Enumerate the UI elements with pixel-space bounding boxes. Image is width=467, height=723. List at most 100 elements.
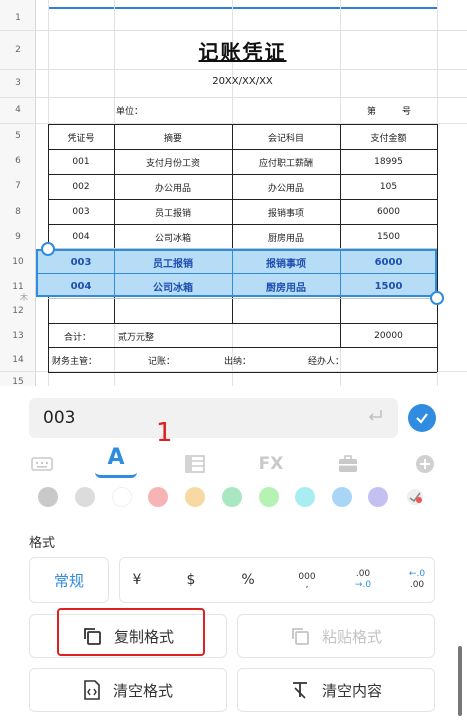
color-swatch[interactable] xyxy=(259,487,279,507)
color-swatch[interactable] xyxy=(295,487,315,507)
table-style-icon[interactable] xyxy=(183,452,207,476)
grid-line xyxy=(0,30,467,31)
clear-format-button[interactable]: 清空格式 xyxy=(29,668,227,712)
total-words[interactable]: 贰万元整 xyxy=(114,327,154,345)
selected-cell[interactable]: 厨房用品 xyxy=(232,275,340,297)
row-header-column xyxy=(0,0,36,386)
column-header[interactable]: 支付金额 xyxy=(340,125,437,149)
selected-cell[interactable]: 6000 xyxy=(340,251,437,273)
font-style-tab[interactable]: A xyxy=(95,440,137,478)
column-header[interactable]: 凭证号 xyxy=(48,125,114,149)
table-cell[interactable]: 004 xyxy=(48,225,114,249)
table-cell[interactable]: 18995 xyxy=(340,150,437,174)
column-header[interactable]: 会记科目 xyxy=(232,125,340,149)
row-number[interactable]: 2 xyxy=(0,45,36,55)
clear-content-button[interactable]: 清空内容 xyxy=(237,668,435,712)
color-swatch[interactable] xyxy=(112,487,132,507)
table-cell[interactable]: 办公用品 xyxy=(114,175,232,199)
voucher-title: 记账凭证 xyxy=(198,40,287,64)
row-number[interactable]: 10 xyxy=(0,257,36,267)
enter-icon[interactable] xyxy=(366,407,384,425)
yen-format-button[interactable]: ¥ xyxy=(126,557,148,603)
highlight-box xyxy=(57,608,205,656)
table-cell[interactable]: 105 xyxy=(340,175,437,199)
table-cell[interactable]: 6000 xyxy=(340,200,437,224)
format-section-label: 格式 xyxy=(29,536,56,551)
total-value[interactable]: 20000 xyxy=(340,327,437,345)
table-cell[interactable]: 厨房用品 xyxy=(232,225,340,249)
column-header[interactable]: 摘要 xyxy=(114,125,232,149)
cell-input-bar[interactable]: 003 xyxy=(29,398,398,438)
clear-text-icon xyxy=(292,682,307,699)
panel-scrollbar[interactable] xyxy=(458,646,462,716)
increase-decimal-button[interactable]: .00 →.0 xyxy=(350,557,376,603)
row-number[interactable]: 1 xyxy=(0,13,36,23)
paste-format-button[interactable]: 粘贴格式 xyxy=(237,614,435,658)
toolbox-icon[interactable] xyxy=(336,452,360,476)
selection-end-handle[interactable] xyxy=(430,291,444,305)
increase-decimal-top: .00 xyxy=(355,569,371,579)
confirm-button[interactable] xyxy=(408,404,436,432)
selected-cell[interactable]: 1500 xyxy=(340,275,437,297)
paste-icon xyxy=(292,628,309,645)
dollar-format-button[interactable]: $ xyxy=(180,557,202,603)
color-swatch[interactable] xyxy=(222,487,242,507)
table-cell[interactable]: 报销事项 xyxy=(232,200,340,224)
selected-cell[interactable]: 公司冰箱 xyxy=(114,275,232,297)
footer-finance-manager: 财务主管： xyxy=(52,356,98,367)
table-cell[interactable]: 办公用品 xyxy=(232,175,340,199)
table-border xyxy=(48,372,437,373)
footer-bookkeeper: 记账： xyxy=(148,356,176,367)
selected-cell[interactable]: 员工报销 xyxy=(114,251,232,273)
row-number[interactable]: 14 xyxy=(0,355,36,365)
row-number[interactable]: 7 xyxy=(0,181,36,191)
row-number[interactable]: 3 xyxy=(0,78,36,88)
spreadsheet-grid[interactable]: 1 2 3 4 5 6 7 8 9 10 11 12 13 14 15 记账凭证… xyxy=(0,0,467,386)
table-cell[interactable]: 员工报销 xyxy=(114,200,232,224)
row-number[interactable]: 8 xyxy=(0,207,36,217)
row-number[interactable]: 6 xyxy=(0,156,36,166)
color-swatch[interactable] xyxy=(75,487,95,507)
color-swatch[interactable] xyxy=(148,487,168,507)
comma-mark: , xyxy=(305,580,309,590)
table-cell[interactable]: 应付职工薪酬 xyxy=(232,150,340,174)
number-label-prefix: 第 xyxy=(367,106,377,117)
table-cell[interactable]: 003 xyxy=(48,200,114,224)
selection-start-handle[interactable] xyxy=(41,242,55,256)
general-format-button[interactable]: 常规 xyxy=(29,557,109,603)
annotation-step-1: 1 xyxy=(156,418,173,448)
thousands-format-button[interactable]: 000 , xyxy=(294,557,320,603)
grid-line xyxy=(0,69,467,70)
percent-format-button[interactable]: % xyxy=(236,557,260,603)
add-icon[interactable] xyxy=(413,452,437,476)
color-swatch[interactable] xyxy=(185,487,205,507)
clear-format-label: 清空格式 xyxy=(112,681,173,700)
table-cell[interactable]: 002 xyxy=(48,175,114,199)
table-cell[interactable]: 001 xyxy=(48,150,114,174)
selected-cell[interactable]: 报销事项 xyxy=(232,251,340,273)
row-number[interactable]: 5 xyxy=(0,131,36,141)
side-tag: 木 xyxy=(20,293,28,302)
color-swatch[interactable] xyxy=(368,487,388,507)
row-number[interactable]: 11 xyxy=(0,282,36,292)
custom-color-icon[interactable] xyxy=(405,487,425,507)
table-cell[interactable]: 1500 xyxy=(340,225,437,249)
selected-cell[interactable]: 004 xyxy=(48,275,114,297)
row-number[interactable]: 13 xyxy=(0,331,36,341)
row-number[interactable]: 9 xyxy=(0,232,36,242)
cell-input-value[interactable]: 003 xyxy=(43,408,75,428)
keyboard-icon[interactable] xyxy=(30,452,54,476)
selected-cell[interactable]: 003 xyxy=(48,251,114,273)
decrease-decimal-top: ←.0 xyxy=(408,569,426,579)
row-number[interactable]: 4 xyxy=(0,105,36,115)
decrease-decimal-button[interactable]: ←.0 .00 xyxy=(404,557,430,603)
row-number[interactable]: 12 xyxy=(0,306,36,316)
table-cell[interactable]: 公司冰箱 xyxy=(114,225,232,249)
formula-tab[interactable]: FX xyxy=(256,452,286,476)
table-cell[interactable]: 支付月份工资 xyxy=(114,150,232,174)
table-border xyxy=(48,323,437,324)
color-swatch[interactable] xyxy=(38,487,58,507)
unit-label: 单位： xyxy=(116,106,144,117)
row-number[interactable]: 15 xyxy=(0,377,36,386)
color-swatch[interactable] xyxy=(332,487,352,507)
